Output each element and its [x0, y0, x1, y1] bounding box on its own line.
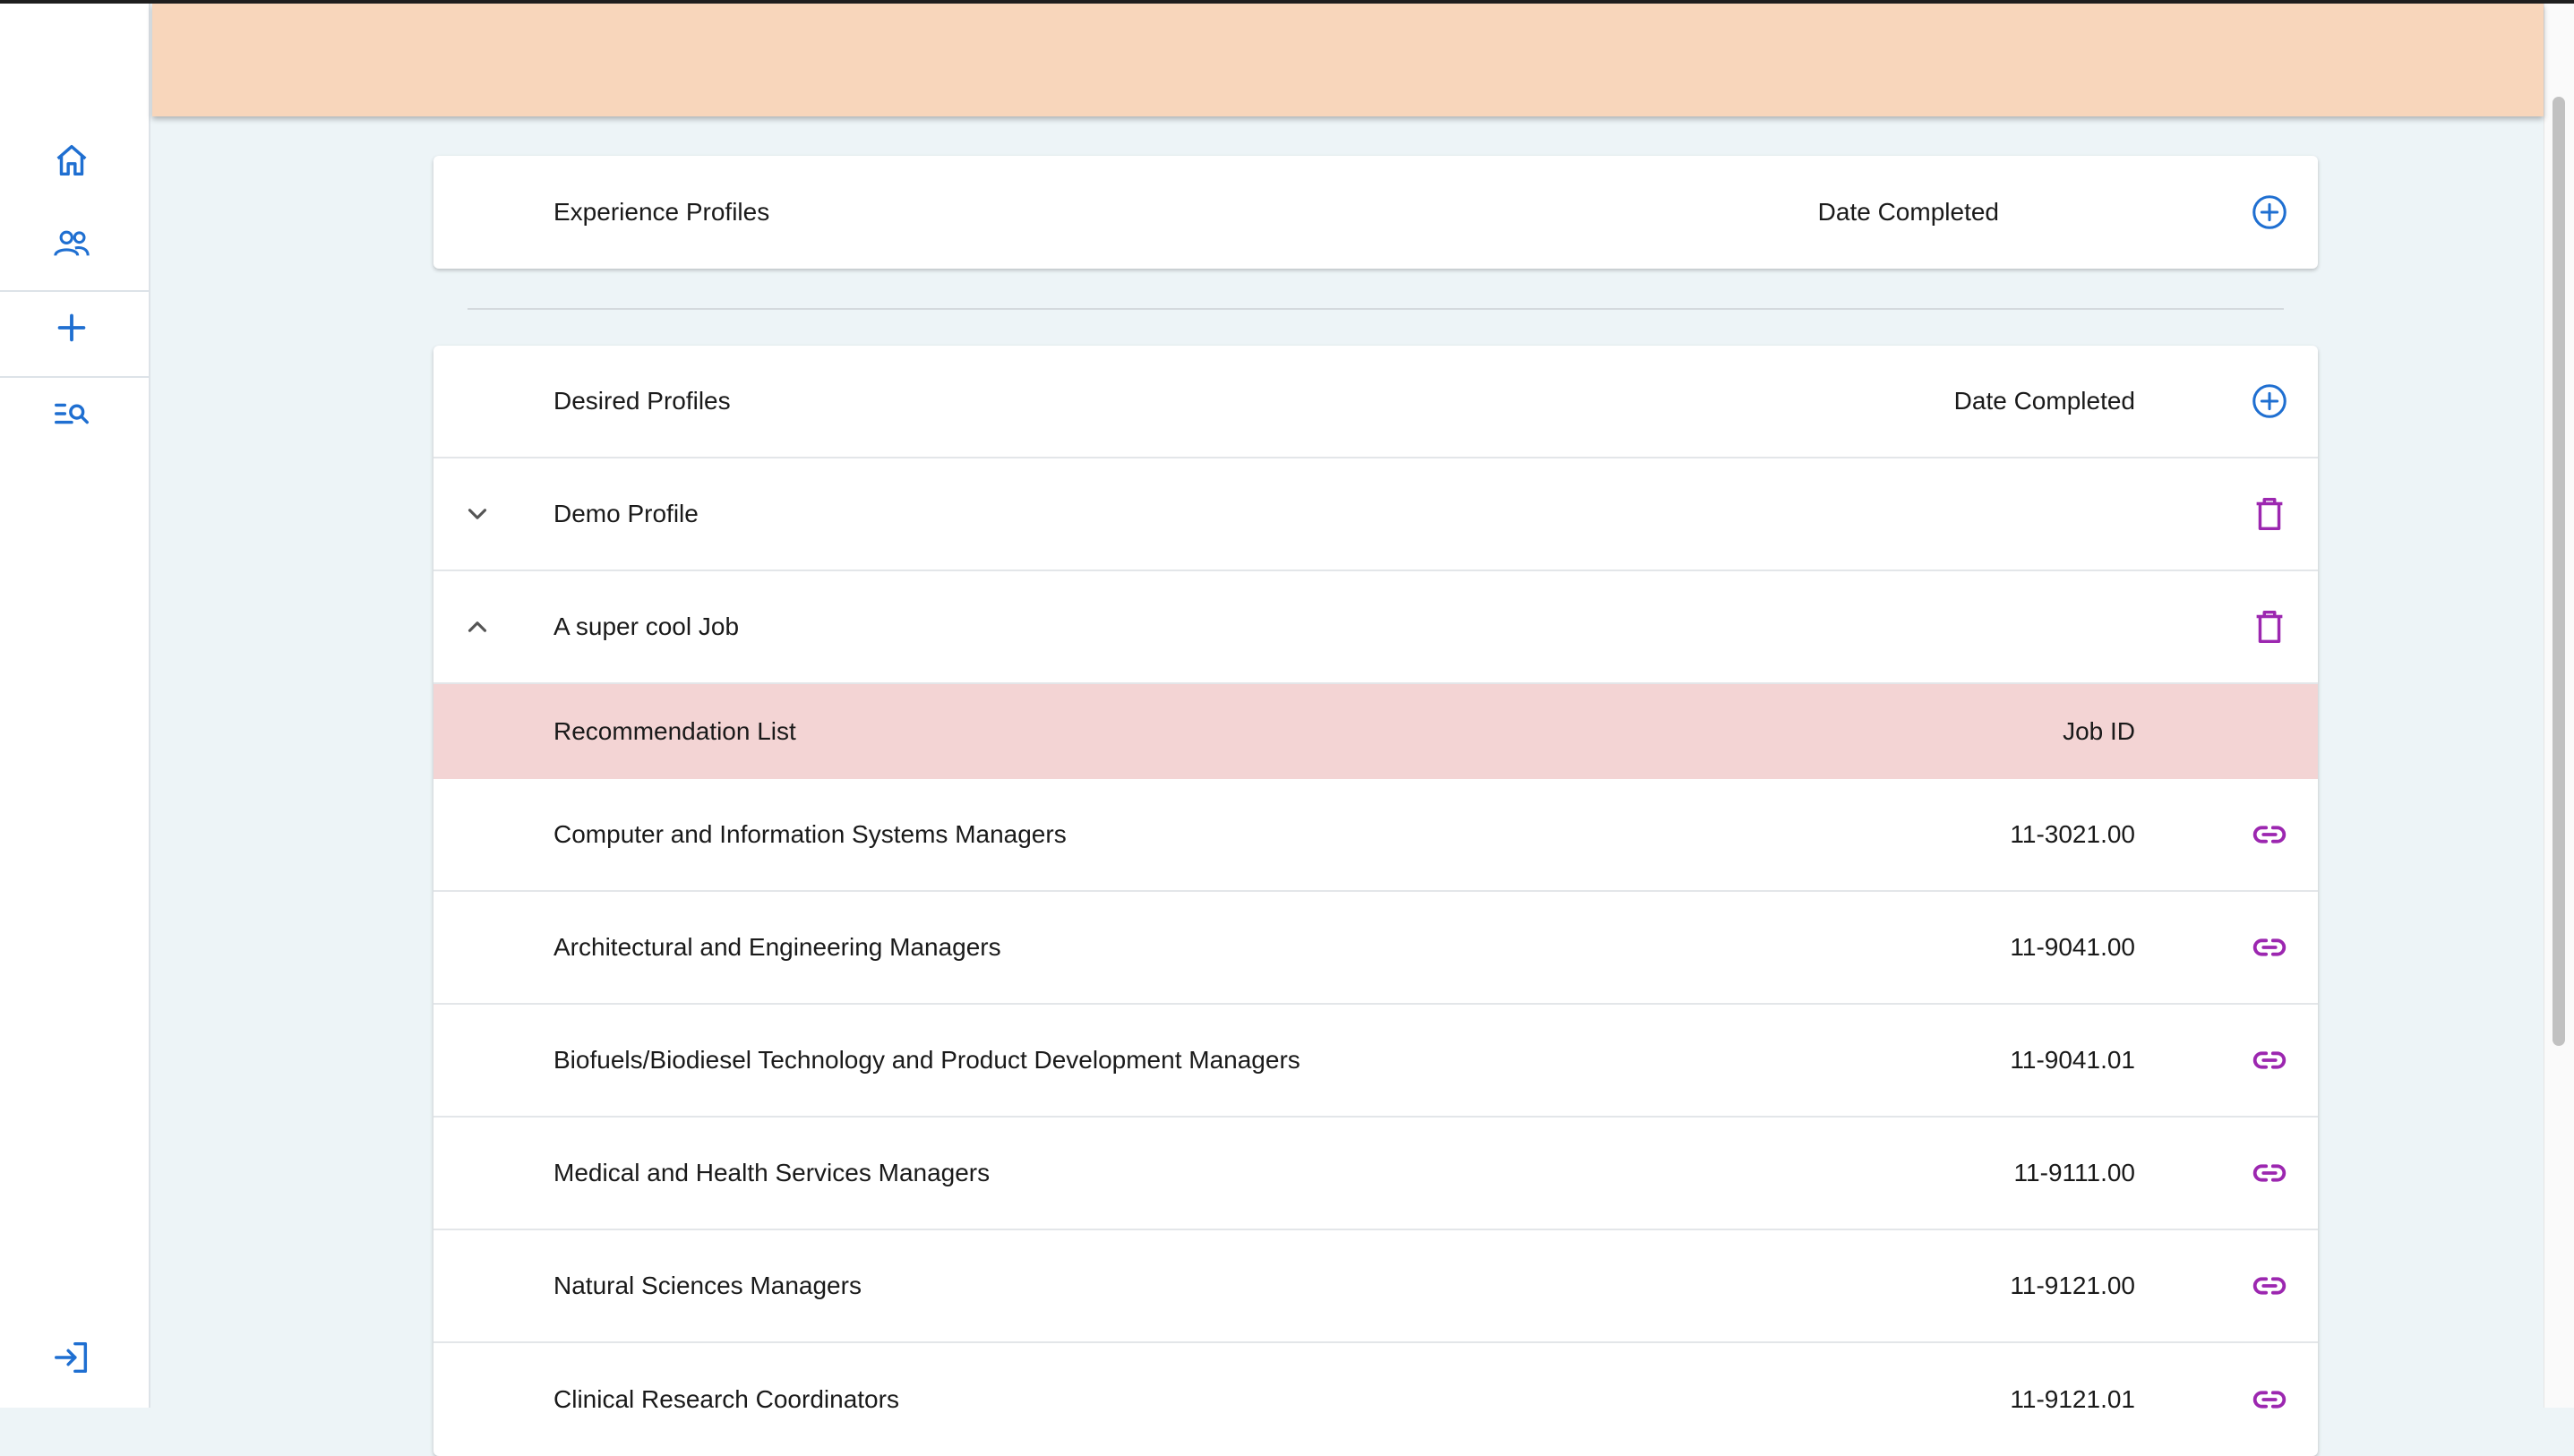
add-icon[interactable] — [36, 295, 107, 360]
sidebar-divider — [0, 376, 149, 378]
profile-name: Demo Profile — [553, 500, 699, 527]
link-icon[interactable] — [2243, 921, 2296, 974]
app-header — [152, 4, 2544, 116]
recommendation-list-title: Recommendation List — [553, 717, 796, 745]
login-icon[interactable] — [36, 1325, 107, 1390]
experience-profiles-header: Experience Profiles Date Completed — [433, 156, 2318, 269]
desired-profiles-card: Desired Profiles Date Completed Demo Pro… — [433, 346, 2318, 1456]
job-title: Clinical Research Coordinators — [553, 1385, 899, 1413]
job-title: Architectural and Engineering Managers — [553, 933, 1001, 961]
link-icon[interactable] — [2243, 1146, 2296, 1200]
recommendation-row: Clinical Research Coordinators 11-9121.0… — [433, 1343, 2318, 1456]
job-id: 11-9111.00 — [2013, 1159, 2135, 1186]
search-list-icon[interactable] — [36, 381, 107, 446]
job-title: Natural Sciences Managers — [553, 1272, 862, 1299]
people-icon[interactable] — [36, 211, 107, 276]
chevron-up-icon[interactable] — [455, 604, 500, 649]
job-id: 11-9121.01 — [2010, 1385, 2135, 1413]
job-title: Computer and Information Systems Manager… — [553, 820, 1067, 848]
desired-profiles-header: Desired Profiles Date Completed — [433, 346, 2318, 458]
recommendation-row: Biofuels/Biodiesel Technology and Produc… — [433, 1005, 2318, 1118]
job-id: 11-9041.01 — [2010, 1046, 2135, 1074]
link-icon[interactable] — [2243, 1373, 2296, 1426]
profile-row[interactable]: Demo Profile — [433, 458, 2318, 571]
delete-icon[interactable] — [2243, 487, 2296, 541]
job-id: 11-9121.00 — [2010, 1272, 2135, 1299]
date-completed-header: Date Completed — [1953, 387, 2135, 415]
job-id: 11-9041.00 — [2010, 933, 2135, 961]
scrollbar-thumb[interactable] — [2553, 97, 2565, 1046]
link-icon[interactable] — [2243, 1033, 2296, 1087]
profile-name: A super cool Job — [553, 612, 740, 640]
sidebar-divider — [0, 290, 149, 292]
recommendation-row: Computer and Information Systems Manager… — [433, 779, 2318, 892]
profile-row[interactable]: A super cool Job — [433, 571, 2318, 684]
link-icon[interactable] — [2243, 1259, 2296, 1313]
link-icon[interactable] — [2243, 808, 2296, 861]
window-top-edge — [0, 0, 2574, 4]
add-circle-icon[interactable] — [2243, 185, 2296, 239]
home-icon[interactable] — [36, 128, 107, 193]
chevron-down-icon[interactable] — [455, 492, 500, 536]
job-id: 11-3021.00 — [2010, 820, 2135, 848]
recommendation-row: Architectural and Engineering Managers 1… — [433, 892, 2318, 1005]
job-id-header: Job ID — [2063, 717, 2135, 745]
experience-profiles-card: Experience Profiles Date Completed — [433, 156, 2318, 269]
experience-profiles-title: Experience Profiles — [553, 198, 770, 226]
sidebar — [0, 0, 150, 1408]
date-completed-header: Date Completed — [1817, 198, 1999, 226]
recommendation-row: Medical and Health Services Managers 11-… — [433, 1118, 2318, 1230]
section-divider — [468, 308, 2284, 310]
job-title: Medical and Health Services Managers — [553, 1159, 991, 1186]
desired-profiles-title: Desired Profiles — [553, 387, 731, 415]
delete-icon[interactable] — [2243, 600, 2296, 654]
add-circle-icon[interactable] — [2243, 374, 2296, 428]
recommendation-list-header: Recommendation List Job ID — [433, 684, 2318, 779]
job-title: Biofuels/Biodiesel Technology and Produc… — [553, 1046, 1300, 1074]
recommendation-row: Natural Sciences Managers 11-9121.00 — [433, 1230, 2318, 1343]
